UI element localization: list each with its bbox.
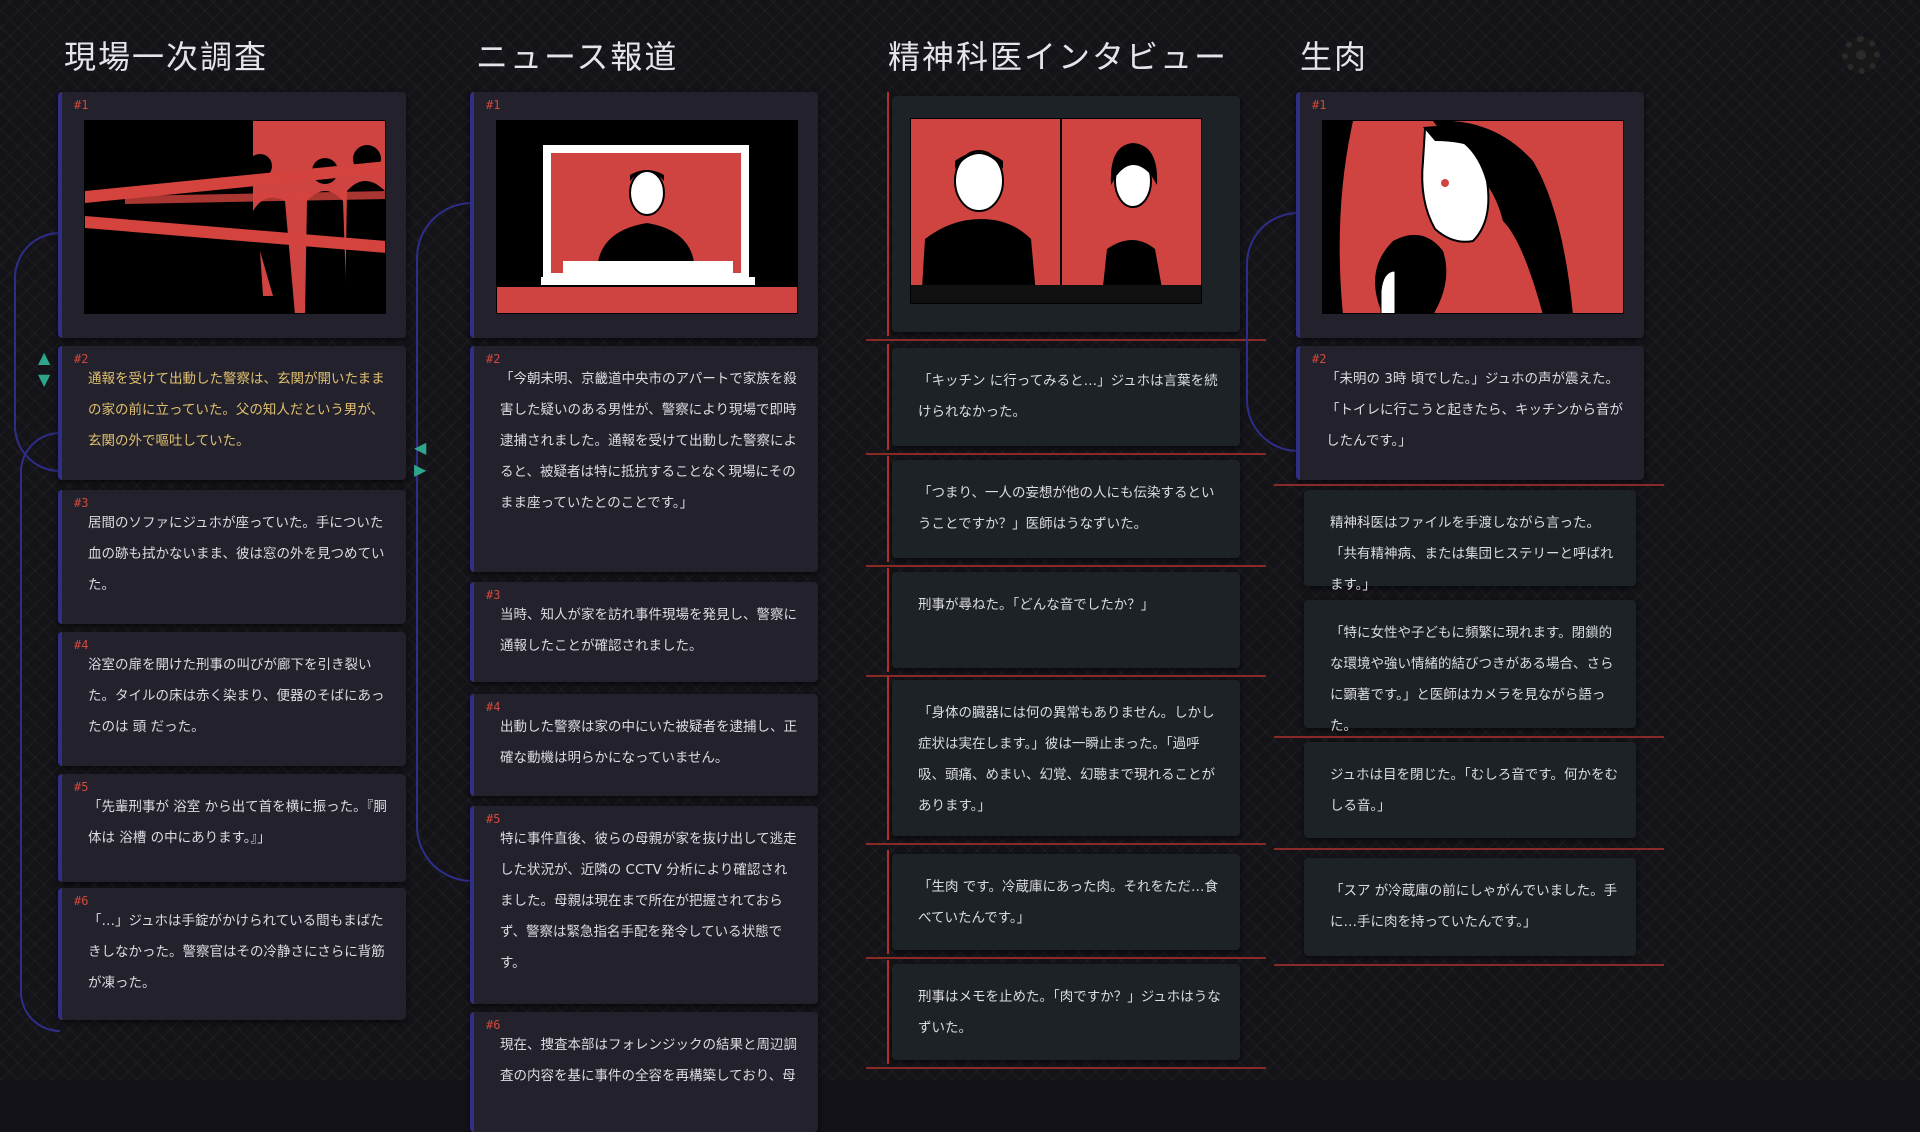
crime-scene-image [84, 120, 386, 314]
story-card[interactable]: #6 現在、捜査本部はフォレンジックの結果と周辺調査の内容を基に事件の全容を再構… [470, 1012, 818, 1132]
column-title-field-investigation: 現場一次調査 [64, 38, 269, 76]
card-number: #4 [74, 638, 89, 652]
card-number: #1 [74, 98, 89, 112]
image-card[interactable]: #1 [470, 92, 818, 338]
image-card[interactable]: #1 [1296, 92, 1644, 338]
card-text: 「…」ジュホは手錠がかけられている間もまばたきしなかった。警察官はその冷静さにさ… [88, 913, 385, 991]
card-number: #4 [486, 700, 501, 714]
story-card[interactable]: #5 「先輩刑事が 浴室 から出て首を横に振った。『胴体は 浴槽 の中にあります… [58, 774, 406, 882]
story-card[interactable]: 「スア が冷蔵庫の前にしゃがんでいました。手に…手に肉を持っていたんです。」 [1304, 858, 1636, 956]
arrow-down-icon[interactable]: ▼ [38, 372, 50, 388]
story-card[interactable]: 刑事が尋ねた。「どんな音でしたか？」 [866, 568, 1266, 677]
story-card[interactable]: 精神科医はファイルを手渡しながら言った。「共有精神病、または集団ヒステリーと呼ば… [1304, 490, 1636, 593]
column-title-raw-meat: 生肉 [1300, 38, 1369, 76]
story-card[interactable]: #4 出動した警察は家の中にいた被疑者を逮捕し、正確な動機は明らかになっていませ… [470, 694, 818, 796]
column-title-psychiatrist-interview: 精神科医インタビュー [888, 38, 1229, 76]
card-text: 居間のソファにジュホが座っていた。手についた血の跡も拭かないまま、彼は窓の外を見… [88, 515, 385, 593]
story-card[interactable]: #6 「…」ジュホは手錠がかけられている間もまばたきしなかった。警察官はその冷静… [58, 888, 406, 1020]
woman-portrait-image [1322, 120, 1624, 314]
story-card[interactable]: 「身体の臓器には何の異常もありません。しかし症状は実在します。」彼は一瞬止まった… [866, 676, 1266, 845]
card-text: 刑事はメモを止めた。「肉ですか？」ジュホはうなずいた。 [918, 989, 1221, 1036]
story-card[interactable]: #2 「未明の 3時 頃でした。」ジュホの声が震えた。「トイレに行こうと起きたら… [1296, 346, 1644, 480]
news-anchor-image [496, 120, 798, 314]
card-text: 刑事が尋ねた。「どんな音でしたか？」 [918, 597, 1155, 613]
card-text: 通報を受けて出動した警察は、玄関が開いたままの家の前に立っていた。父の知人だとい… [88, 371, 385, 449]
story-card[interactable]: ジュホは目を閉じた。「むしろ音です。何かをむしる音。」 [1304, 742, 1636, 838]
link-arc [416, 202, 472, 882]
story-card[interactable]: #5 特に事件直後、彼らの母親が家を抜け出して逃走した状況が、近隣の CCTV … [470, 806, 818, 1004]
story-card[interactable]: #3 居間のソファにジュホが座っていた。手についた血の跡も拭かないまま、彼は窓の… [58, 490, 406, 624]
image-card[interactable] [866, 92, 1266, 341]
card-number: #5 [74, 780, 89, 794]
card-number: #2 [1312, 352, 1327, 366]
card-number: #1 [1312, 98, 1327, 112]
card-text: 浴室の扉を開けた刑事の叫びが廊下を引き裂いた。タイルの床は赤く染まり、便器のそば… [88, 657, 385, 735]
card-number: #2 [74, 352, 89, 366]
arrow-left-icon[interactable]: ◀ [414, 440, 426, 456]
story-card[interactable]: #4 浴室の扉を開けた刑事の叫びが廊下を引き裂いた。タイルの床は赤く染まり、便器… [58, 632, 406, 766]
card-number: #5 [486, 812, 501, 826]
image-card[interactable]: #1 [58, 92, 406, 338]
divider-line [1274, 964, 1664, 966]
card-number: #1 [486, 98, 501, 112]
link-arc [20, 432, 60, 1032]
card-text: 現在、捜査本部はフォレンジックの結果と周辺調査の内容を基に事件の全容を再構築して… [500, 1037, 797, 1084]
story-card[interactable]: #2 「今朝未明、京畿道中央市のアパートで家族を殺害した疑いのある男性が、警察に… [470, 346, 818, 572]
card-text: 「生肉 です。冷蔵庫にあった肉。それをただ…食べていたんです。」 [918, 879, 1218, 926]
story-card[interactable]: #2 通報を受けて出動した警察は、玄関が開いたままの家の前に立っていた。父の知人… [58, 346, 406, 480]
card-text: 当時、知人が家を訪れ事件現場を発見し、警察に通報したことが確認されました。 [500, 607, 797, 654]
divider-line [1274, 484, 1664, 486]
story-card[interactable]: #3 当時、知人が家を訪れ事件現場を発見し、警察に通報したことが確認されました。 [470, 582, 818, 682]
card-text: 「特に女性や子どもに頻繁に現れます。閉鎖的な環境や強い情緒的結びつきがある場合、… [1330, 625, 1614, 734]
card-number: #6 [74, 894, 89, 908]
story-card[interactable]: 「キッチン に行ってみると…」ジュホは言葉を続けられなかった。 [866, 344, 1266, 455]
card-number: #3 [74, 496, 89, 510]
card-number: #6 [486, 1018, 501, 1032]
card-text: 「スア が冷蔵庫の前にしゃがんでいました。手に…手に肉を持っていたんです。」 [1330, 883, 1618, 930]
card-text: 「先輩刑事が 浴室 から出て首を横に振った。『胴体は 浴槽 の中にあります。』」 [88, 799, 387, 846]
card-text: 精神科医はファイルを手渡しながら言った。「共有精神病、または集団ヒステリーと呼ば… [1330, 515, 1614, 593]
card-text: 「今朝未明、京畿道中央市のアパートで家族を殺害した疑いのある男性が、警察により現… [500, 371, 797, 511]
interview-image [910, 118, 1202, 304]
card-text: 出動した警察は家の中にいた被疑者を逮捕し、正確な動機は明らかになっていません。 [500, 719, 797, 766]
card-text: 「未明の 3時 頃でした。」ジュホの声が震えた。「トイレに行こうと起きたら、キッ… [1326, 371, 1623, 449]
arrow-right-icon[interactable]: ▶ [414, 462, 426, 478]
column-title-news-report: ニュース報道 [476, 38, 679, 76]
card-number: #2 [486, 352, 501, 366]
card-number: #3 [486, 588, 501, 602]
gear-icon[interactable] [1842, 36, 1880, 74]
story-card[interactable]: 「つまり、一人の妄想が他の人にも伝染するということですか？」医師はうなずいた。 [866, 456, 1266, 567]
divider-line [1274, 736, 1664, 738]
card-text: 「身体の臓器には何の異常もありません。しかし症状は実在します。」彼は一瞬止まった… [918, 705, 1215, 814]
story-card[interactable]: 「生肉 です。冷蔵庫にあった肉。それをただ…食べていたんです。」 [866, 850, 1266, 959]
story-board: 現場一次調査 ニュース報道 精神科医インタビュー 生肉 #1 #2 通報を受けて… [0, 0, 1920, 1132]
arrow-up-icon[interactable]: ▲ [38, 350, 50, 366]
card-text: ジュホは目を閉じた。「むしろ音です。何かをむしる音。」 [1330, 767, 1618, 814]
story-card[interactable]: 「特に女性や子どもに頻繁に現れます。閉鎖的な環境や強い情緒的結びつきがある場合、… [1304, 600, 1636, 734]
divider-line [1274, 848, 1664, 850]
card-text: 特に事件直後、彼らの母親が家を抜け出して逃走した状況が、近隣の CCTV 分析に… [500, 831, 797, 971]
card-text: 「つまり、一人の妄想が他の人にも伝染するということですか？」医師はうなずいた。 [918, 485, 1215, 532]
story-card[interactable]: 刑事はメモを止めた。「肉ですか？」ジュホはうなずいた。 [866, 960, 1266, 1069]
card-text: 「キッチン に行ってみると…」ジュホは言葉を続けられなかった。 [918, 373, 1218, 420]
link-arc [1246, 212, 1298, 452]
